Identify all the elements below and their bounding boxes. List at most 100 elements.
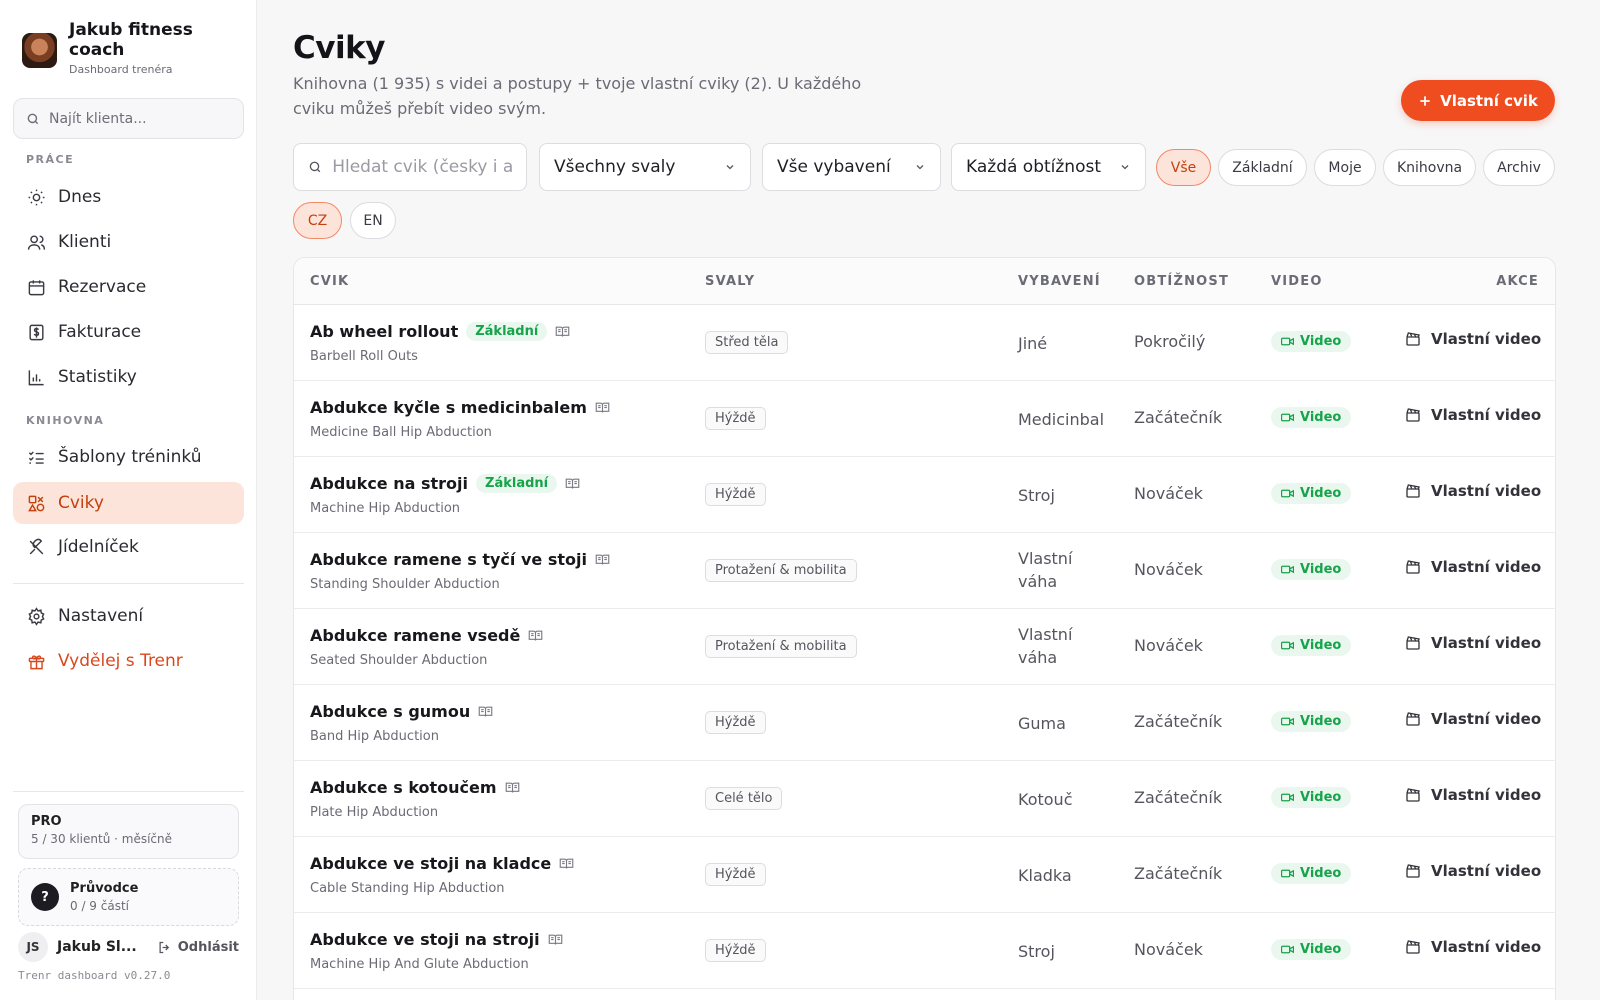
exercise-name[interactable]: Ab wheel rollout Základní [310, 322, 570, 341]
custom-video-label: Vlastní video [1431, 710, 1542, 728]
add-custom-exercise-button[interactable]: Vlastní cvik [1401, 80, 1555, 121]
video-badge[interactable]: Video [1271, 559, 1352, 580]
custom-video-button[interactable]: Vlastní video [1405, 862, 1541, 880]
equipment-value: Vlastní váha [1018, 549, 1073, 591]
custom-video-button[interactable]: Vlastní video [1405, 938, 1541, 956]
table-row[interactable]: Abdukce s gumou Band Hip Abduction Hýždě… [294, 685, 1555, 761]
filter-chip-archive[interactable]: Archiv [1483, 149, 1555, 186]
table-row[interactable]: Ab wheel rollout Základní Barbell Roll O… [294, 305, 1555, 381]
table-row[interactable]: Abdukce na stroji Základní Machine Hip A… [294, 457, 1555, 533]
table-row[interactable]: Abdukce ve stoji na stroji Machine Hip A… [294, 913, 1555, 989]
video-badge[interactable]: Video [1271, 711, 1352, 732]
difficulty-select-value: Každá obtížnost [966, 157, 1102, 177]
brand-avatar [22, 33, 57, 68]
book-icon[interactable] [559, 857, 574, 870]
filter-chip-basic[interactable]: Základní [1218, 149, 1307, 186]
video-badge[interactable]: Video [1271, 939, 1352, 960]
filter-chip-mine[interactable]: Moje [1314, 149, 1376, 186]
video-badge[interactable]: Video [1271, 863, 1352, 884]
exercise-name[interactable]: Abdukce kyčle s medicinbalem [310, 398, 610, 417]
difficulty-select[interactable]: Každá obtížnost [951, 143, 1146, 191]
table-row[interactable]: Abdukce kyčle s medicinbalem Medicine Ba… [294, 381, 1555, 457]
sidebar-item-vydelej[interactable]: Vydělej s Trenr [13, 640, 244, 682]
video-label: Video [1300, 866, 1342, 881]
video-badge[interactable]: Video [1271, 407, 1352, 428]
exercise-name[interactable]: Abdukce ve stoji na stroji [310, 930, 563, 949]
custom-video-button[interactable]: Vlastní video [1405, 330, 1541, 348]
language-chip-en[interactable]: EN [350, 202, 396, 239]
custom-video-label: Vlastní video [1431, 406, 1542, 424]
video-badge[interactable]: Video [1271, 787, 1352, 808]
exercise-name[interactable]: Abdukce ramene vsedě [310, 626, 543, 645]
plan-box[interactable]: PRO 5 / 30 klientů · měsíčně [18, 804, 239, 859]
table-row[interactable]: Abdukce ve stoji na kladce Cable Standin… [294, 837, 1555, 913]
column-header-exercise[interactable]: CVIK [310, 274, 349, 289]
exercise-name[interactable]: Abdukce ve stoji na kladce [310, 854, 574, 873]
muscles-select[interactable]: Všechny svaly [539, 143, 751, 191]
brand[interactable]: Jakub fitness coach Dashboard trenéra [22, 20, 204, 76]
exercise-name[interactable]: Abdukce na stroji Základní [310, 474, 580, 493]
column-header-video[interactable]: VIDEO [1271, 274, 1323, 289]
sidebar-divider [13, 583, 244, 584]
muscle-tag: Hýždě [705, 711, 766, 734]
book-icon[interactable] [595, 553, 610, 566]
column-header-difficulty[interactable]: OBTÍŽNOST [1134, 274, 1229, 289]
muscles-select-value: Všechny svaly [554, 157, 676, 177]
column-header-muscles[interactable]: SVALY [705, 274, 755, 289]
book-icon[interactable] [505, 781, 520, 794]
sidebar-item-rezervace[interactable]: Rezervace [13, 266, 244, 308]
video-label: Video [1300, 486, 1342, 501]
table-row[interactable]: Abdukce s kotoučem Plate Hip Abduction C… [294, 761, 1555, 837]
difficulty-value: Pokročilý [1134, 332, 1206, 351]
exercise-search-input[interactable]: Hledat cvik (česky i ang [293, 143, 527, 191]
basic-badge: Základní [466, 322, 548, 341]
custom-video-button[interactable]: Vlastní video [1405, 406, 1541, 424]
sidebar-item-label: Cviky [58, 493, 104, 513]
equipment-value: Jiné [1018, 334, 1048, 353]
table-row[interactable]: Abdukce ramene vsedě Seated Shoulder Abd… [294, 609, 1555, 685]
video-camera-icon [1281, 945, 1294, 954]
filter-chip-all[interactable]: Vše [1156, 149, 1211, 186]
book-icon[interactable] [555, 325, 570, 338]
sidebar-item-dnes[interactable]: Dnes [13, 176, 244, 218]
custom-video-button[interactable]: Vlastní video [1405, 786, 1541, 804]
sidebar-item-klienti[interactable]: Klienti [13, 221, 244, 263]
logout-button[interactable]: Odhlásit [157, 940, 239, 955]
exercise-name-text: Abdukce s kotoučem [310, 778, 497, 797]
muscle-tag: Hýždě [705, 939, 766, 962]
column-header-equipment[interactable]: VYBAVENÍ [1018, 274, 1101, 289]
client-search-input[interactable]: Najít klienta... [13, 98, 244, 139]
video-badge[interactable]: Video [1271, 483, 1352, 504]
language-chip-cz[interactable]: CZ [293, 202, 342, 239]
avatar[interactable]: JS [18, 932, 48, 962]
sidebar-item-jidelnicek[interactable]: Jídelníček [13, 526, 244, 568]
user-name: Jakub Sl... [57, 939, 137, 955]
exercise-name[interactable]: Abdukce ramene s tyčí ve stoji [310, 550, 610, 569]
book-icon[interactable] [595, 401, 610, 414]
clapperboard-icon [1406, 560, 1420, 574]
sidebar-item-statistiky[interactable]: Statistiky [13, 356, 244, 398]
video-badge[interactable]: Video [1271, 635, 1352, 656]
page-description: Knihovna (1 935) s videi a postupy + tvo… [293, 74, 862, 118]
book-icon[interactable] [565, 477, 580, 490]
equipment-select[interactable]: Vše vybavení [762, 143, 941, 191]
filter-chip-library[interactable]: Knihovna [1383, 149, 1476, 186]
book-icon[interactable] [478, 705, 493, 718]
custom-video-button[interactable]: Vlastní video [1405, 482, 1541, 500]
book-icon[interactable] [548, 933, 563, 946]
custom-video-label: Vlastní video [1431, 482, 1542, 500]
table-row[interactable]: Abdukce ramene s tyčí ve stoji Standing … [294, 533, 1555, 609]
custom-video-button[interactable]: Vlastní video [1405, 634, 1541, 652]
sidebar-item-sablony[interactable]: Šablony tréninků [13, 436, 244, 478]
video-badge[interactable]: Video [1271, 331, 1352, 352]
exercise-name[interactable]: Abdukce s gumou [310, 702, 493, 721]
guide-box[interactable]: ? Průvodce 0 / 9 částí [18, 868, 239, 926]
custom-video-button[interactable]: Vlastní video [1405, 558, 1541, 576]
sidebar-item-fakturace[interactable]: Fakturace [13, 311, 244, 353]
shapes-icon [28, 495, 45, 511]
exercise-name[interactable]: Abdukce s kotoučem [310, 778, 520, 797]
sidebar-item-cviky[interactable]: Cviky [13, 482, 244, 524]
sidebar-item-nastaveni[interactable]: Nastavení [13, 595, 244, 637]
custom-video-button[interactable]: Vlastní video [1405, 710, 1541, 728]
book-icon[interactable] [528, 629, 543, 642]
